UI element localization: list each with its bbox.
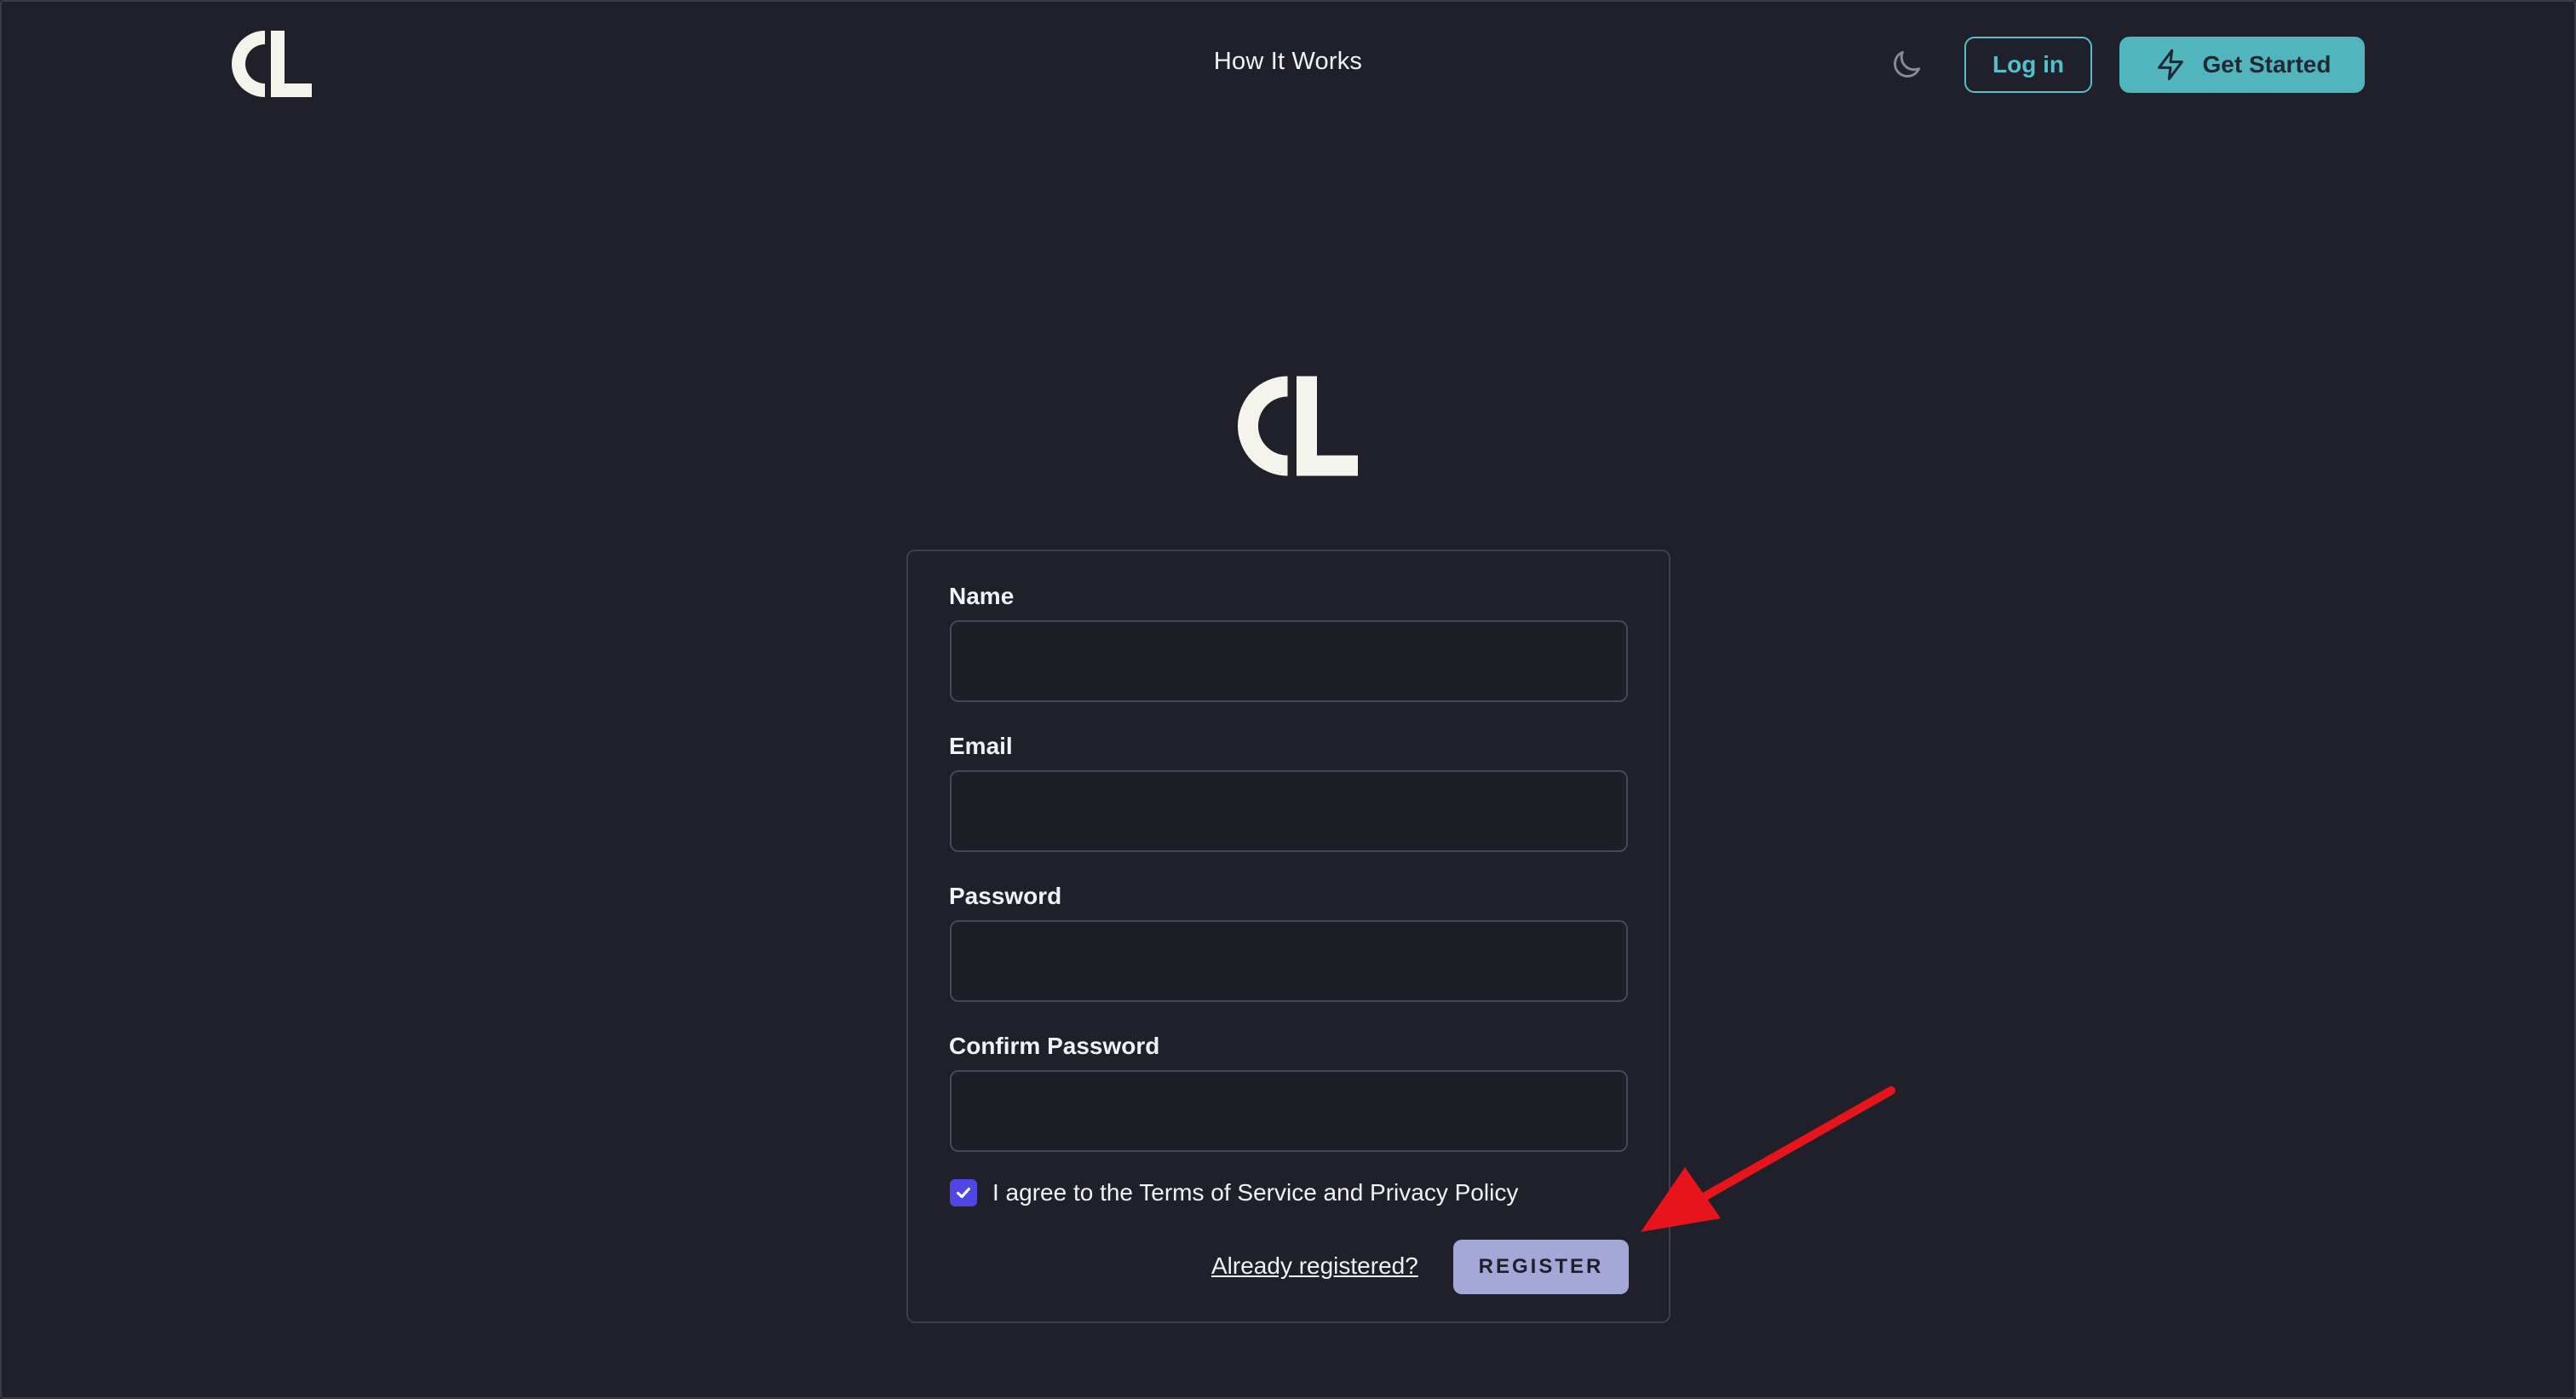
password-label: Password bbox=[949, 883, 1062, 909]
register-form-card: Name Email Password Confirm Password I a… bbox=[906, 550, 1670, 1323]
get-started-button[interactable]: Get Started bbox=[2119, 37, 2365, 93]
checkmark-icon bbox=[956, 1187, 971, 1199]
logo-icon[interactable] bbox=[230, 29, 315, 99]
name-input[interactable] bbox=[950, 620, 1628, 702]
already-registered-link[interactable]: Already registered? bbox=[1211, 1252, 1418, 1280]
moon-icon[interactable] bbox=[1888, 44, 1925, 85]
name-label: Name bbox=[949, 583, 1015, 609]
terms-label: I agree to the Terms of Service and Priv… bbox=[992, 1179, 1519, 1206]
header: How It Works Log in Get Started bbox=[0, 0, 2576, 130]
get-started-label: Get Started bbox=[2202, 51, 2332, 78]
email-label: Email bbox=[949, 733, 1013, 759]
nav-how-it-works[interactable]: How It Works bbox=[1193, 48, 1383, 76]
password-input[interactable] bbox=[950, 920, 1628, 1002]
logo-icon-center bbox=[1238, 376, 1358, 476]
red-arrow-annotation bbox=[1641, 1086, 1895, 1232]
confirm-password-label: Confirm Password bbox=[949, 1033, 1160, 1059]
lightning-icon bbox=[2157, 49, 2183, 81]
terms-row: I agree to the Terms of Service and Priv… bbox=[950, 1179, 1518, 1206]
email-input[interactable] bbox=[950, 770, 1628, 852]
register-button[interactable]: REGISTER bbox=[1453, 1240, 1629, 1294]
login-button[interactable]: Log in bbox=[1964, 37, 2092, 93]
terms-checkbox[interactable] bbox=[950, 1179, 977, 1206]
confirm-password-input[interactable] bbox=[950, 1070, 1628, 1152]
